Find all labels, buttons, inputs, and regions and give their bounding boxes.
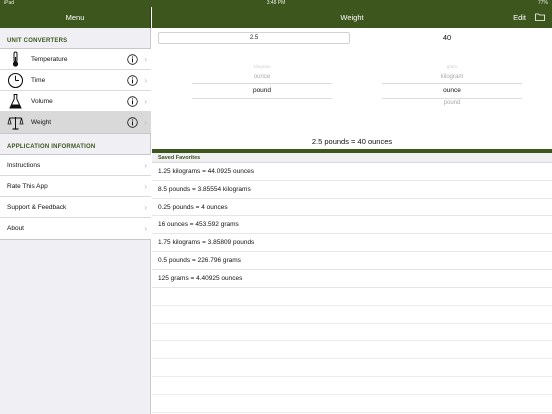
favorite-item[interactable]: 8.5 pounds = 3.85554 kilograms bbox=[152, 181, 552, 199]
sidebar-item-label: Rate This App bbox=[7, 183, 48, 190]
sidebar-item-time[interactable]: Time › bbox=[0, 70, 151, 91]
amount-input[interactable]: 2.5 bbox=[158, 32, 350, 44]
empty-row bbox=[152, 377, 552, 395]
picker-option[interactable]: kilogram bbox=[192, 64, 332, 69]
page-title: Weight bbox=[340, 13, 364, 22]
sidebar-item-support[interactable]: Support & Feedback › bbox=[0, 197, 151, 218]
empty-row bbox=[152, 395, 552, 413]
favorites-header: Saved Favorites bbox=[152, 153, 552, 163]
sidebar-item-volume[interactable]: Volume › bbox=[0, 91, 151, 112]
sidebar-item-label: Temperature bbox=[31, 56, 68, 63]
empty-row bbox=[152, 306, 552, 324]
sidebar-item-label: Instructions bbox=[7, 162, 41, 169]
sidebar-item-rate-app[interactable]: Rate This App › bbox=[0, 176, 151, 197]
favorite-item[interactable]: 125 grams = 4.40925 ounces bbox=[152, 270, 552, 288]
chevron-right-icon: › bbox=[144, 97, 147, 106]
sidebar-item-label: Weight bbox=[31, 119, 52, 126]
info-list: Instructions › Rate This App › Support &… bbox=[0, 154, 151, 240]
picker-option[interactable]: kilogram bbox=[382, 74, 522, 80]
chevron-right-icon: › bbox=[144, 224, 147, 233]
favorites-list: 1.25 kilograms = 44.0925 ounces 8.5 poun… bbox=[152, 163, 552, 288]
scale-icon bbox=[7, 117, 24, 130]
converter-panel: 2.5 40 kilogram ounce pound gram kilogra… bbox=[152, 28, 552, 414]
folder-icon[interactable] bbox=[535, 13, 545, 21]
favorite-item[interactable]: 16 ounces = 453.592 grams bbox=[152, 216, 552, 235]
sidebar-item-label: About bbox=[7, 225, 24, 232]
info-section-header: APPLICATION INFORMATION bbox=[7, 144, 96, 150]
chevron-right-icon: › bbox=[144, 118, 147, 127]
sidebar-item-weight[interactable]: Weight › bbox=[0, 112, 151, 133]
converters-section-header: UNIT CONVERTERS bbox=[7, 38, 68, 44]
sidebar-item-temperature[interactable]: Temperature › bbox=[0, 49, 151, 70]
sidebar-item-label: Support & Feedback bbox=[7, 204, 67, 211]
picker-selection-line bbox=[192, 98, 332, 99]
picker-option[interactable]: ounce bbox=[192, 74, 332, 80]
sidebar: UNIT CONVERTERS Temperature › Time › Vol… bbox=[0, 28, 151, 414]
edit-button[interactable]: Edit bbox=[513, 7, 526, 28]
picker-selected-option[interactable]: ounce bbox=[382, 87, 522, 94]
status-bar: iPad 3:48 PM 77% bbox=[0, 0, 552, 7]
sidebar-item-label: Time bbox=[31, 77, 46, 84]
chevron-right-icon: › bbox=[144, 161, 147, 170]
conversion-summary: 2.5 pounds = 40 ounces bbox=[311, 137, 393, 146]
empty-row bbox=[152, 341, 552, 360]
favorite-item[interactable]: 1.75 kilograms = 3.85809 pounds bbox=[152, 234, 552, 252]
favorite-item[interactable]: 0.25 pounds = 4 ounces bbox=[152, 199, 552, 217]
clock-label: 3:48 PM bbox=[266, 0, 286, 6]
sidebar-navbar: Menu bbox=[0, 7, 151, 28]
picker-option[interactable]: pound bbox=[382, 100, 522, 106]
picker-option[interactable]: gram bbox=[382, 64, 522, 69]
empty-table-rows bbox=[152, 288, 552, 413]
flask-icon bbox=[9, 94, 22, 109]
sidebar-item-instructions[interactable]: Instructions › bbox=[0, 155, 151, 176]
favorite-item[interactable]: 0.5 pounds = 226.796 grams bbox=[152, 252, 552, 270]
info-icon[interactable] bbox=[127, 117, 138, 128]
battery-label: 77% bbox=[537, 0, 548, 6]
converter-list: Temperature › Time › Volume › Weight › bbox=[0, 48, 151, 134]
picker-selection-line bbox=[382, 83, 522, 84]
thermometer-icon bbox=[12, 51, 19, 67]
chevron-right-icon: › bbox=[144, 203, 147, 212]
info-icon[interactable] bbox=[127, 54, 138, 65]
info-icon[interactable] bbox=[127, 96, 138, 107]
chevron-right-icon: › bbox=[144, 55, 147, 64]
empty-row bbox=[152, 324, 552, 342]
empty-row bbox=[152, 288, 552, 306]
chevron-right-icon: › bbox=[144, 76, 147, 85]
to-unit-picker[interactable]: gram kilogram ounce pound bbox=[382, 54, 522, 134]
picker-selected-option[interactable]: pound bbox=[192, 87, 332, 94]
from-unit-picker[interactable]: kilogram ounce pound bbox=[192, 54, 332, 134]
sidebar-item-label: Volume bbox=[31, 98, 53, 105]
chevron-right-icon: › bbox=[144, 182, 147, 191]
result-value: 40 bbox=[442, 33, 452, 42]
sidebar-title: Menu bbox=[65, 13, 85, 22]
sidebar-item-about[interactable]: About › bbox=[0, 218, 151, 239]
favorite-item[interactable]: 1.25 kilograms = 44.0925 ounces bbox=[152, 163, 552, 181]
picker-selection-line bbox=[382, 98, 522, 99]
main-navbar: Weight Edit bbox=[152, 7, 552, 28]
empty-row bbox=[152, 359, 552, 377]
info-icon[interactable] bbox=[127, 75, 138, 86]
picker-selection-line bbox=[192, 83, 332, 84]
clock-icon bbox=[7, 72, 24, 89]
